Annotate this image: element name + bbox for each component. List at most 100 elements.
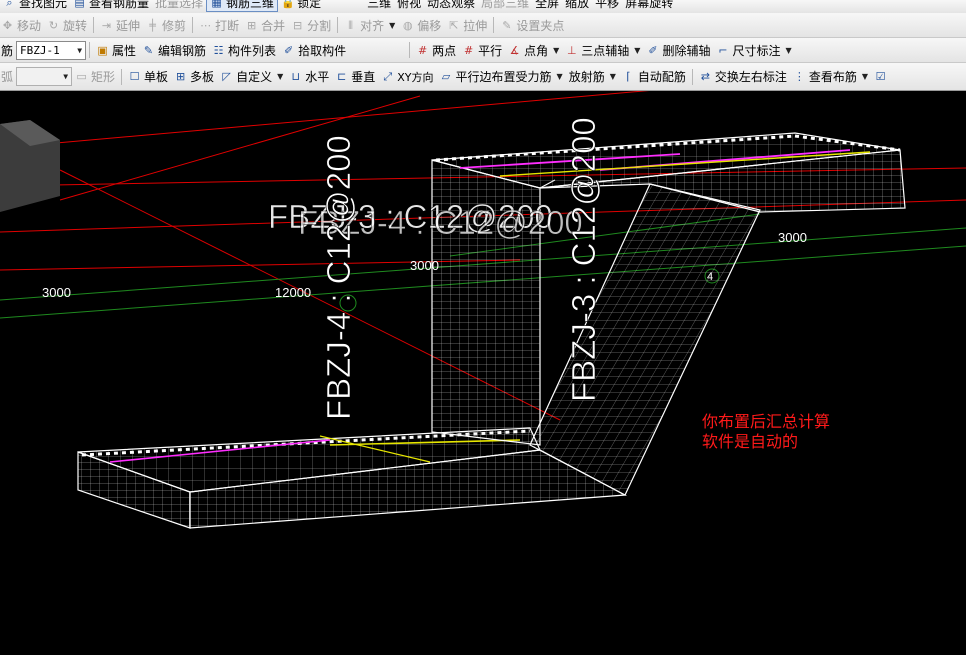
local-3d-button[interactable]: 局部三维 — [478, 0, 532, 12]
chevron-down-icon: ▼ — [609, 72, 616, 81]
check-button[interactable]: ☑ — [871, 67, 890, 87]
parallel-icon: # — [463, 43, 474, 57]
toolbar-divider — [93, 17, 95, 33]
offset-button[interactable]: ◍ 偏移 — [398, 15, 444, 35]
lock-button[interactable]: 🔒 锁定 — [278, 0, 324, 12]
merge-button[interactable]: ⊞ 合并 — [242, 15, 288, 35]
component-type-label: 筋 — [1, 43, 14, 58]
pencil-icon: ✎ — [143, 43, 154, 57]
edit-rebar-button[interactable]: ✎ 编辑钢筋 — [139, 40, 209, 60]
xy-direction-button[interactable]: ⤢ XY方向 — [378, 67, 436, 87]
rebar-label-vertical-right: FBZJ-3 : C12@200 — [565, 117, 602, 402]
set-grip-button[interactable]: ✎ 设置夹点 — [497, 15, 567, 35]
break-button[interactable]: ⋯ 打断 — [196, 15, 242, 35]
rotate-icon: ↻ — [48, 18, 59, 32]
horizontal-button[interactable]: ⊔ 水平 — [286, 67, 332, 87]
swap-label-button[interactable]: ⇄ 交换左右标注 — [696, 67, 790, 87]
multi-slab-icon: ⊞ — [175, 70, 186, 83]
rebar-3d-button[interactable]: ▦ 钢筋三维 — [206, 0, 279, 12]
rectangle-button[interactable]: ▭ 矩形 — [72, 67, 118, 87]
trim-button[interactable]: ╪ 修剪 — [143, 15, 189, 35]
split-button[interactable]: ⊟ 分割 — [288, 15, 334, 35]
zoom-button[interactable]: 缩放 — [562, 0, 592, 12]
arc-select[interactable]: ▼ — [16, 67, 73, 86]
custom-icon: ◸ — [222, 70, 231, 83]
component-select[interactable]: FBZJ-1 ▼ — [16, 40, 87, 60]
dimension-button[interactable]: ⌐ 尺寸标注 ▼ — [713, 40, 794, 60]
toolbar-divider — [121, 68, 123, 85]
dynamic-orbit-button[interactable]: 动态观察 — [424, 0, 478, 12]
arc-label: 弧 — [1, 70, 14, 84]
delete-aux-button[interactable]: ✐ 删除辅轴 — [643, 40, 713, 60]
merge-icon: ⊞ — [246, 18, 257, 32]
eyedropper-icon: ✐ — [283, 43, 294, 57]
three-point-icon: ⊥ — [566, 43, 577, 57]
toolbar-divider — [493, 17, 495, 33]
parallel-edge-icon: ▱ — [441, 70, 451, 83]
point-angle-button[interactable]: ∡ 点角 ▼ — [505, 40, 562, 60]
grey-block — [0, 120, 60, 212]
rotate-button[interactable]: ↻ 旋转 — [44, 15, 90, 35]
vertical-icon: ⊏ — [337, 70, 347, 83]
batch-select-button[interactable]: 批量选择 — [152, 0, 206, 12]
stretch-button[interactable]: ⇱ 拉伸 — [444, 15, 490, 35]
dimension-label: 3000 — [778, 230, 807, 245]
toolbar-draw: 弧 ▼ ▭ 矩形 ☐ 单板 ⊞ 多板 ◸ 自定义 ▼ ⊔ 水平 ⊏ 垂直 ⤢ XY方向 ▱ 平行边… — [0, 63, 966, 91]
top-view-button[interactable]: 俯视 — [394, 0, 424, 12]
rebar-qty-icon: ▤ — [74, 0, 85, 9]
fullscreen-button[interactable]: 全屏 — [532, 0, 562, 12]
chevron-down-icon: ▼ — [556, 72, 563, 81]
two-points-icon: # — [417, 43, 428, 57]
toolbar-divider — [89, 42, 91, 58]
toolbar-divider — [691, 68, 693, 85]
dimension-label: 12000 — [275, 285, 311, 300]
trim-icon: ╪ — [149, 18, 156, 32]
axis-line-red — [59, 95, 421, 201]
multi-slab-button[interactable]: ⊞ 多板 — [171, 67, 217, 87]
find-element-button[interactable]: ⌕ 查找图元 — [0, 0, 70, 12]
extend-icon: ⇥ — [101, 18, 112, 32]
properties-button[interactable]: ▣ 属性 — [93, 40, 139, 60]
extend-button[interactable]: ⇥ 延伸 — [97, 15, 143, 35]
auto-rebar-button[interactable]: ⌈ 自动配筋 — [619, 67, 689, 87]
dimension-icon: ⌐ — [718, 43, 728, 57]
checkbox-icon: ☑ — [875, 70, 886, 83]
align-button[interactable]: ⫴ 对齐 ▼ — [341, 15, 398, 35]
toolbar-edit: ✥ 移动 ↻ 旋转 ⇥ 延伸 ╪ 修剪 ⋯ 打断 ⊞ 合并 ⊟ 分割 ⫴ 对齐 ▼ ◍ 偏移 ⇱ 拉伸… — [0, 13, 966, 38]
radial-button[interactable]: 放射筋 ▼ — [566, 67, 619, 87]
chevron-down-icon: ▼ — [77, 45, 83, 55]
parallel-edge-button[interactable]: ▱ 平行边布置受力筋 ▼ — [437, 67, 566, 87]
custom-button[interactable]: ◸ 自定义 ▼ — [217, 67, 286, 87]
xy-icon: ⤢ — [383, 70, 393, 83]
single-slab-icon: ☐ — [129, 70, 140, 83]
toolbar-divider — [409, 42, 411, 58]
view-rebar-qty-button[interactable]: ▤ 查看钢筋量 — [70, 0, 152, 12]
pan-button[interactable]: 平移 — [592, 0, 622, 12]
parallel-button[interactable]: # 平行 — [459, 40, 505, 60]
find-icon: ⌕ — [6, 0, 13, 9]
chevron-down-icon: ▼ — [634, 45, 641, 55]
screen-rotate-button[interactable]: 屏幕旋转 — [622, 0, 676, 12]
stretch-icon: ⇱ — [449, 18, 459, 32]
pick-component-button[interactable]: ✐ 拾取构件 — [279, 40, 349, 60]
toolbar-divider — [337, 17, 339, 33]
annotation-line-2: 软件是自动的 — [702, 432, 798, 451]
move-button[interactable]: ✥ 移动 — [0, 15, 44, 35]
rebar-3d-icon: ▦ — [211, 0, 222, 9]
split-icon: ⊟ — [292, 18, 303, 32]
3d-viewport[interactable]: 3000 12000 3000 3000 4 FBZJ-3 : C12@200 … — [0, 91, 966, 655]
single-slab-button[interactable]: ☐ 单板 — [125, 67, 171, 87]
toolbar-component: 筋 FBZJ-1 ▼ ▣ 属性 ✎ 编辑钢筋 ☷ 构件列表 ✐ 拾取构件 # 两点 # 平行 … — [0, 38, 966, 63]
horizontal-icon: ⊔ — [291, 70, 301, 83]
two-points-button[interactable]: # 两点 — [413, 40, 459, 60]
three-point-aux-button[interactable]: ⊥ 三点辅轴 ▼ — [562, 40, 643, 60]
view-layout-button[interactable]: ⋮ 查看布筋 ▼ — [790, 67, 871, 87]
toolbar-divider — [192, 17, 194, 33]
point-angle-icon: ∡ — [509, 43, 520, 57]
component-list-button[interactable]: ☷ 构件列表 — [209, 40, 279, 60]
move-icon: ✥ — [2, 18, 13, 32]
3d-view-button[interactable]: 三维 — [364, 0, 394, 12]
chevron-down-icon: ▼ — [63, 72, 69, 81]
break-icon: ⋯ — [200, 18, 212, 32]
vertical-button[interactable]: ⊏ 垂直 — [332, 67, 378, 87]
